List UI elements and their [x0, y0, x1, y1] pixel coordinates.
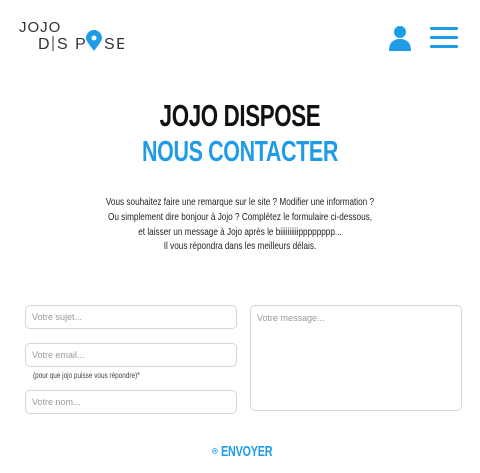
send-button-label: ENVOYER	[220, 442, 273, 460]
page-title: NOUS CONTACTER	[142, 136, 338, 168]
hamburger-menu-icon[interactable]	[430, 27, 458, 49]
user-icon[interactable]	[386, 24, 414, 52]
svg-text:SE: SE	[104, 36, 124, 53]
send-button[interactable]: ENVOYER	[212, 440, 292, 462]
arrow-circle-right-icon	[212, 448, 218, 454]
svg-text:JOJO: JOJO	[19, 19, 61, 36]
menu-bar	[430, 27, 458, 30]
subject-input[interactable]	[25, 305, 237, 329]
intro-line: Vous souhaitez faire une remarque sur le…	[105, 196, 375, 208]
menu-bar	[430, 36, 458, 39]
svg-text:D: D	[38, 36, 52, 53]
name-input[interactable]	[25, 390, 237, 414]
menu-bar	[430, 45, 458, 48]
message-textarea[interactable]	[250, 305, 462, 411]
jojo-dispose-logo[interactable]: JOJO D S P SE	[18, 16, 124, 56]
svg-text:S P: S P	[57, 36, 87, 53]
brand-title: JOJO DISPOSE	[159, 98, 321, 133]
intro-line: et laisser un message à Jojo après le bi…	[138, 225, 342, 238]
email-hint: (pour que jojo puisse vous répondre)*	[33, 371, 140, 380]
email-input[interactable]	[25, 343, 237, 367]
intro-text: Vous souhaitez faire une remarque sur le…	[0, 195, 480, 254]
site-header: JOJO D S P SE	[0, 0, 480, 70]
intro-line: Il vous répondra dans les meilleurs déla…	[163, 240, 317, 253]
intro-line: Ou simplement dire bonjour à Jojo ? Comp…	[107, 210, 373, 223]
